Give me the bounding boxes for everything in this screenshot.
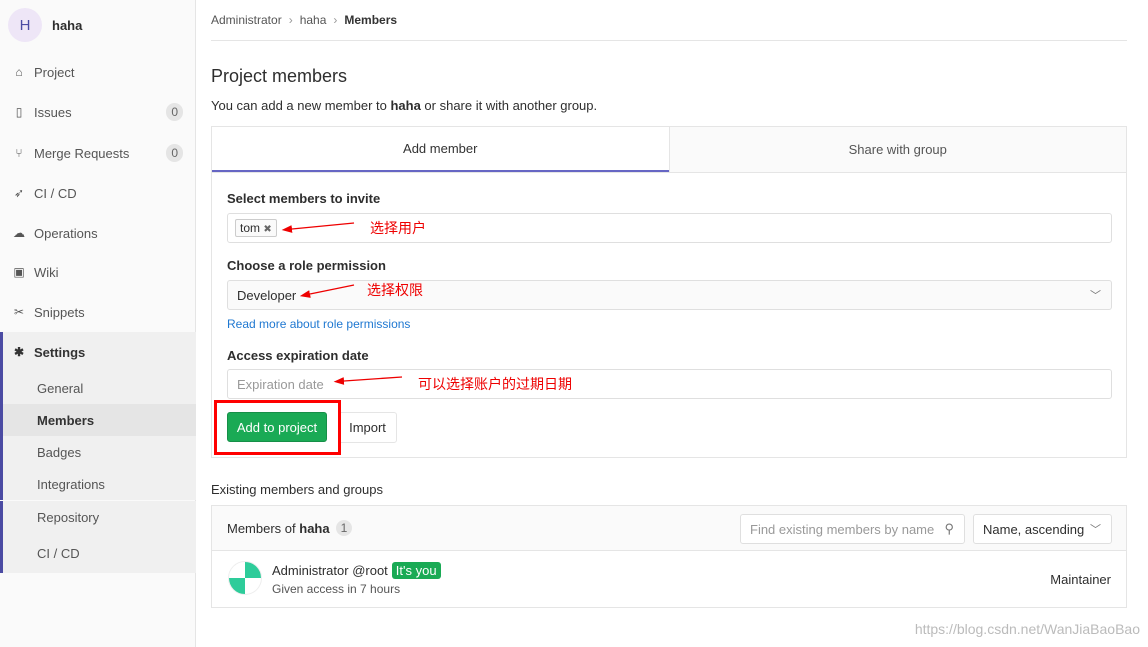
expiration-date-input[interactable]: Expiration date xyxy=(227,369,1112,399)
sidebar-item-wiki[interactable]: ▣ Wiki xyxy=(0,252,196,292)
book-icon: ▣ xyxy=(13,265,25,279)
search-icon[interactable]: ⚲ xyxy=(944,521,954,537)
gear-icon: ✱ xyxy=(13,345,25,359)
merge-request-icon: ⑂ xyxy=(15,146,23,160)
breadcrumb: Administrator › haha › Members xyxy=(211,0,1127,41)
invite-members-input[interactable]: tom ✖ xyxy=(227,213,1112,243)
sidebar-sub-general[interactable]: General xyxy=(0,372,196,404)
sidebar-sub-integrations[interactable]: Integrations xyxy=(0,468,196,500)
chevron-right-icon: › xyxy=(288,13,293,27)
scissors-icon: ✂ xyxy=(13,305,25,319)
expiration-placeholder: Expiration date xyxy=(237,376,324,392)
project-avatar: H xyxy=(8,8,42,42)
sidebar-sub-repository[interactable]: Repository xyxy=(0,501,196,533)
chevron-down-icon: ﹀ xyxy=(1090,290,1101,302)
add-member-card: Add member Share with group Select membe… xyxy=(211,126,1127,458)
home-icon: ⌂ xyxy=(15,65,23,79)
members-card: Members of haha 1 Find existing members b… xyxy=(211,505,1127,608)
sidebar-item-label: CI / CD xyxy=(34,185,77,201)
desc-text: You can add a new member to xyxy=(211,98,391,113)
members-count: 1 xyxy=(335,520,353,536)
sidebar-item-label: Settings xyxy=(34,344,86,360)
watermark: https://blog.csdn.net/WanJiaBaoBao xyxy=(914,621,1140,637)
sidebar-item-label: Merge Requests xyxy=(34,145,130,161)
sidebar-item-label: Operations xyxy=(34,225,98,241)
member-role: Maintainer xyxy=(1050,572,1111,587)
member-row: Administrator @root It's you Given access… xyxy=(212,551,1126,608)
issues-icon: ▯ xyxy=(15,105,23,119)
sidebar-sub-members[interactable]: Members xyxy=(0,404,196,436)
sidebar-item-snippets[interactable]: ✂ Snippets xyxy=(0,292,196,332)
existing-members-title: Existing members and groups xyxy=(211,482,383,497)
highlight-box xyxy=(214,400,341,455)
members-of-label: Members of xyxy=(227,520,296,536)
chevron-down-icon: ﹀ xyxy=(1090,524,1101,536)
tab-share-with-group[interactable]: Share with group xyxy=(668,127,1126,172)
member-access-info: Given access in 7 hours xyxy=(272,582,401,596)
chevron-right-icon: › xyxy=(333,13,338,27)
token-label: tom xyxy=(240,221,261,235)
role-select[interactable]: Developer ﹀ xyxy=(227,280,1112,310)
page-description: You can add a new member to haha or shar… xyxy=(211,98,597,113)
import-button[interactable]: Import xyxy=(338,412,397,443)
tab-add-member[interactable]: Add member xyxy=(212,127,669,172)
annotation-expiration: 可以选择账户的过期日期 xyxy=(418,376,572,392)
sidebar-sub-ci-cd[interactable]: CI / CD xyxy=(0,533,196,573)
sidebar-item-merge-requests[interactable]: ⑂ Merge Requests 0 xyxy=(0,133,196,173)
its-you-badge: It's you xyxy=(391,562,441,579)
member-search-input[interactable]: Find existing members by name ⚲ xyxy=(740,514,965,544)
remove-token-icon[interactable]: ✖ xyxy=(263,224,271,235)
cloud-gear-icon: ☁ xyxy=(13,226,25,240)
sidebar-item-label: Snippets xyxy=(34,304,85,320)
sidebar-item-label: Project xyxy=(34,64,75,80)
project-name: haha xyxy=(52,17,83,33)
sidebar-item-operations[interactable]: ☁ Operations xyxy=(0,213,196,253)
sidebar-sub-badges[interactable]: Badges xyxy=(0,436,196,468)
members-project: haha xyxy=(299,520,330,536)
issues-count: 0 xyxy=(166,103,183,121)
sort-value: Name, ascending xyxy=(983,521,1085,537)
sort-select[interactable]: Name, ascending ﹀ xyxy=(973,514,1112,544)
project-header[interactable]: H haha xyxy=(0,0,195,50)
search-placeholder: Find existing members by name xyxy=(750,521,935,537)
sidebar-item-label: Wiki xyxy=(34,264,59,280)
breadcrumb-project[interactable]: haha xyxy=(300,13,327,27)
role-value: Developer xyxy=(237,287,297,303)
sidebar-item-settings[interactable]: ✱ Settings xyxy=(0,332,196,372)
sidebar-item-label: Issues xyxy=(34,104,72,120)
rocket-icon: ➶ xyxy=(13,186,25,200)
expiration-label: Access expiration date xyxy=(227,348,369,363)
sidebar: H haha ⌂ Project ▯ Issues 0 ⑂ Merge Requests… xyxy=(0,0,196,647)
merge-requests-count: 0 xyxy=(166,144,183,162)
member-token: tom ✖ xyxy=(235,219,277,237)
role-label: Choose a role permission xyxy=(227,258,386,273)
annotation-arrows xyxy=(281,222,403,385)
sidebar-item-project[interactable]: ⌂ Project xyxy=(0,52,196,92)
page-title: Project members xyxy=(211,66,348,86)
sidebar-item-issues[interactable]: ▯ Issues 0 xyxy=(0,92,196,132)
main-content: Administrator › haha › Members Project mem… xyxy=(211,0,1127,608)
annotation-select-user: 选择用户 xyxy=(370,220,426,236)
role-permissions-link[interactable]: Read more about role permissions xyxy=(227,317,410,331)
invite-label: Select members to invite xyxy=(227,191,381,206)
sidebar-item-ci-cd[interactable]: ➶ CI / CD xyxy=(0,173,196,213)
member-name[interactable]: Administrator @root xyxy=(272,563,388,578)
annotation-select-role: 选择权限 xyxy=(367,282,423,298)
breadcrumb-members[interactable]: Members xyxy=(344,13,397,27)
breadcrumb-administrator[interactable]: Administrator xyxy=(211,13,282,27)
desc-text: or share it with another group. xyxy=(420,98,598,113)
desc-project: haha xyxy=(390,98,421,113)
member-avatar xyxy=(228,561,262,595)
